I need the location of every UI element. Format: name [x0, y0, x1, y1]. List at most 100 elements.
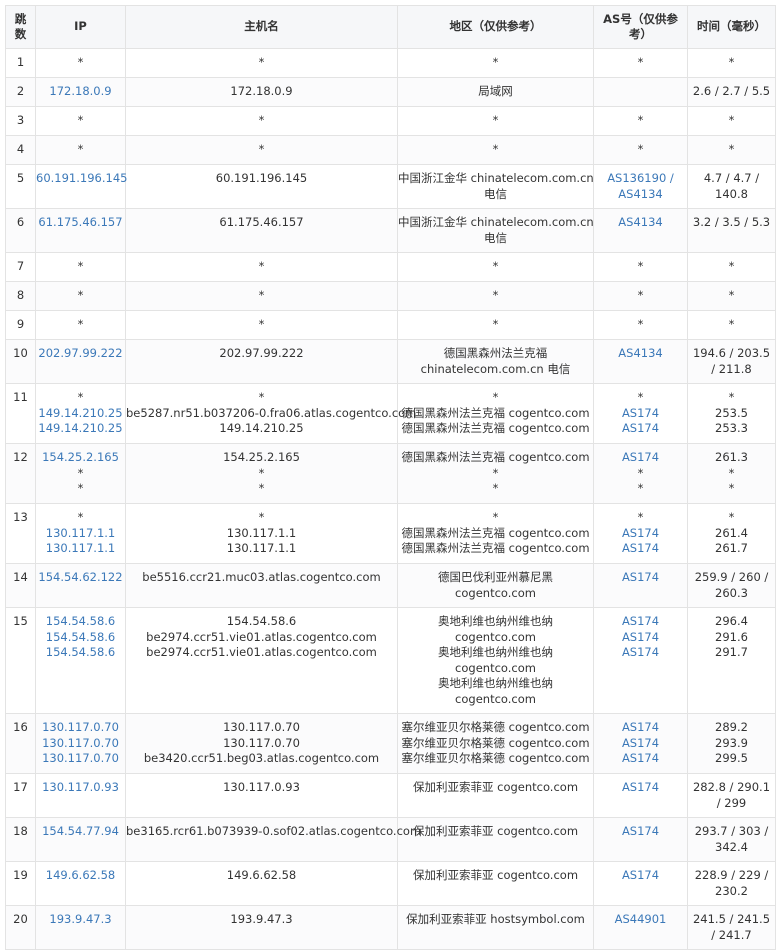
ip-link[interactable]: 130.117.0.70 — [36, 720, 125, 736]
time-value: 194.6 / 203.5 — [692, 346, 771, 360]
as-link[interactable]: AS174 — [594, 570, 687, 586]
ip-cell: * 130.117.1.1 130.117.1.1 — [35, 503, 126, 564]
host-value: * — [258, 317, 265, 331]
ip-link[interactable]: 193.9.47.3 — [36, 912, 125, 928]
as-link[interactable]: AS174 — [594, 421, 687, 437]
hostname-cell: 60.191.196.145 — [125, 164, 398, 209]
region-cell: 塞尔维亚贝尔格莱德 cogentco.com 塞尔维亚贝尔格莱德 cogentco… — [397, 713, 594, 774]
hop-number-cell: 1 — [5, 48, 36, 78]
region-cell: * — [397, 252, 594, 282]
time-value: * — [728, 390, 735, 404]
ip-link[interactable]: 154.54.58.6 — [36, 614, 125, 630]
hostname-cell: 172.18.0.9 — [125, 77, 398, 107]
ip-cell: 154.25.2.165 * * — [35, 443, 126, 504]
ip-link[interactable]: 130.117.0.70 — [36, 751, 125, 767]
as-link[interactable]: AS174 — [594, 824, 687, 840]
host-value: * — [258, 259, 265, 273]
as-link[interactable]: AS174 — [594, 526, 687, 542]
as-link[interactable]: AS44901 — [594, 912, 687, 928]
ip-link[interactable]: 60.191.196.145 — [36, 171, 127, 187]
ip-link[interactable]: 154.54.58.6 — [36, 630, 125, 646]
region-value: 奥地利维也纳州维也纳 — [438, 676, 553, 690]
region-value: 塞尔维亚贝尔格莱德 cogentco.com — [401, 751, 590, 765]
hop-number-cell: 17 — [5, 773, 36, 818]
ip-cell: 149.6.62.58 — [35, 861, 126, 906]
ip-link[interactable]: 154.54.77.94 — [36, 824, 125, 840]
region-value: 塞尔维亚贝尔格莱德 cogentco.com — [401, 735, 590, 750]
ip-link[interactable]: 130.117.1.1 — [36, 541, 125, 557]
region-value: 电信 — [484, 230, 507, 245]
time-value: 2.6 / 2.7 / 5.5 — [692, 84, 771, 98]
ip-link[interactable]: 130.117.0.93 — [36, 780, 125, 796]
time-value: 261.7 — [715, 541, 748, 555]
hostname-cell: * — [125, 252, 398, 282]
as-link[interactable]: AS174 — [594, 736, 687, 752]
as-link[interactable]: AS174 — [594, 868, 687, 884]
as-link[interactable]: AS136190 / — [594, 171, 687, 187]
hostname-cell: 154.54.58.6 be2974.ccr51.vie01.atlas.coge… — [125, 607, 398, 714]
as-link[interactable]: AS174 — [594, 406, 687, 422]
region-value: 中国浙江金华 chinatelecom.com.cn — [398, 171, 594, 185]
latency-cell: 228.9 / 229 /230.2 — [687, 861, 776, 906]
as-link[interactable]: AS4134 — [594, 187, 687, 203]
ip-link[interactable]: 154.54.62.122 — [36, 570, 125, 586]
host-value: 61.175.46.157 — [219, 215, 304, 229]
time-value: / 211.8 — [711, 361, 752, 376]
as-link[interactable]: AS174 — [594, 751, 687, 767]
as-link[interactable]: AS174 — [594, 720, 687, 736]
ip-link[interactable]: 130.117.0.70 — [36, 736, 125, 752]
as-link[interactable]: AS174 — [594, 780, 687, 796]
as-link[interactable]: AS4134 — [594, 346, 687, 362]
region-value: * — [492, 481, 499, 495]
as-value: * — [637, 481, 644, 495]
host-value: 130.117.1.1 — [226, 525, 297, 540]
header-host: 主机名 — [125, 5, 398, 49]
header-ip: IP — [35, 5, 126, 49]
time-value: 253.3 — [715, 421, 748, 435]
region-value: cogentco.com — [455, 585, 536, 600]
time-value: 293.9 — [715, 735, 748, 750]
ip-cell: 154.54.58.6 154.54.58.6 154.54.58.6 — [35, 607, 126, 714]
time-value: * — [728, 113, 735, 127]
ip-link[interactable]: 149.14.210.25 — [36, 421, 125, 437]
as-link[interactable]: AS174 — [594, 541, 687, 557]
hostname-cell: * — [125, 310, 398, 340]
as-link[interactable]: AS174 — [594, 450, 687, 466]
ip-link[interactable]: 130.117.1.1 — [36, 526, 125, 542]
ip-cell: 130.117.0.93 — [35, 773, 126, 818]
table-row: 15 154.54.58.6 154.54.58.6 154.54.58.6 154.5… — [5, 607, 776, 714]
hop-number-cell: 8 — [5, 281, 36, 311]
region-cell: 德国黑森州法兰克福 chinatelecom.com.cn 电信 — [397, 339, 594, 384]
latency-cell: 259.9 / 260 /260.3 — [687, 563, 776, 608]
table-row: 4 * * * * * — [5, 135, 776, 165]
as-link[interactable]: AS174 — [594, 630, 687, 646]
latency-cell: 296.4 291.6 291.7 — [687, 607, 776, 714]
host-value: 172.18.0.9 — [230, 84, 293, 98]
hostname-cell: be5516.ccr21.muc03.atlas.cogentco.com — [125, 563, 398, 608]
time-value: 230.2 — [715, 883, 748, 898]
time-value: 260.3 — [715, 585, 748, 600]
ip-link[interactable]: 149.6.62.58 — [36, 868, 125, 884]
ip-link[interactable]: 154.54.58.6 — [36, 645, 125, 661]
region-value: * — [492, 390, 499, 404]
region-value: * — [492, 259, 499, 273]
hop-number-cell: 3 — [5, 106, 36, 136]
ip-value: * — [77, 259, 84, 273]
as-link[interactable]: AS174 — [594, 645, 687, 661]
as-link[interactable]: AS174 — [594, 614, 687, 630]
ip-cell: * — [35, 252, 126, 282]
latency-cell: * — [687, 252, 776, 282]
host-value: * — [258, 55, 265, 69]
ip-link[interactable]: 172.18.0.9 — [36, 84, 125, 100]
ip-link[interactable]: 61.175.46.157 — [36, 215, 125, 231]
table-row: 11 * 149.14.210.25 149.14.210.25 * be5287.nr5… — [5, 383, 776, 444]
ip-link[interactable]: 149.14.210.25 — [36, 406, 125, 422]
hop-number-cell: 13 — [5, 503, 36, 564]
region-value: 奥地利维也纳州维也纳 — [438, 614, 553, 628]
ip-link[interactable]: 154.25.2.165 — [36, 450, 125, 466]
ip-link[interactable]: 202.97.99.222 — [36, 346, 125, 362]
as-link[interactable]: AS4134 — [594, 215, 687, 231]
region-cell: 奥地利维也纳州维也纳 cogentco.com 奥地利维也纳州维也纳 cogentco… — [397, 607, 594, 714]
latency-cell: 282.8 / 290.1/ 299 — [687, 773, 776, 818]
ip-value: * — [77, 481, 84, 495]
